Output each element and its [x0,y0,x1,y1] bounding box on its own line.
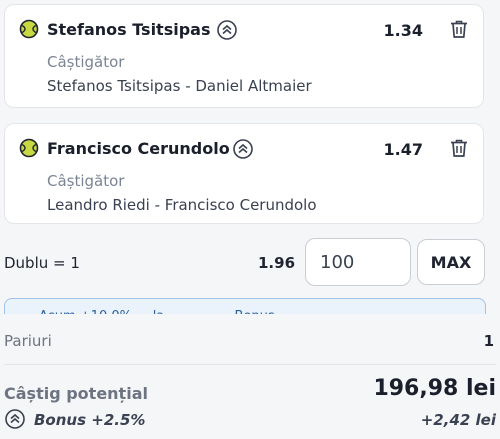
bet-selection-card: Francisco Cerundolo 1.47 Câștigător Lean… [4,123,484,224]
odds-boost-icon [233,139,253,159]
bet-selection-card: Stefanos Tsitsipas 1.34 Câștigător Stefa… [4,4,484,108]
tennis-ball-icon [19,19,39,39]
potential-win-label: Câștig potențial [4,384,148,403]
selection-player-name: Francisco Cerundolo [47,139,230,158]
selection-event: Leandro Riedi - Francisco Cerundolo [47,196,317,214]
bonus-label: Bonus +2.5% [34,411,146,429]
selection-market: Câștigător [47,172,125,190]
trash-icon[interactable] [448,137,470,159]
selection-market: Câștigător [47,53,125,71]
multi-stake-row: Dublu = 1 1.96 MAX [0,238,500,286]
selection-event: Stefanos Tsitsipas - Daniel Altmaier [47,77,312,95]
trash-icon[interactable] [448,18,470,40]
bets-count: 1 [483,332,494,350]
bet-summary: Pariuri 1 Câștig potențial 196,98 lei Bo… [0,314,500,439]
divider [4,364,496,365]
potential-win-value: 196,98 lei [373,376,496,401]
multi-label: Dublu = 1 [4,254,80,272]
bonus-value: +2,42 lei [420,411,496,429]
selection-player-name: Stefanos Tsitsipas [47,20,211,39]
stake-input[interactable] [305,238,411,286]
selection-odds: 1.34 [383,21,423,40]
odds-boost-icon [217,20,237,40]
multi-odds: 1.96 [258,254,296,272]
selection-odds: 1.47 [383,140,423,159]
odds-boost-icon [5,409,25,429]
max-stake-button[interactable]: MAX [417,239,485,285]
bets-label: Pariuri [4,332,52,350]
tennis-ball-icon [19,138,39,158]
